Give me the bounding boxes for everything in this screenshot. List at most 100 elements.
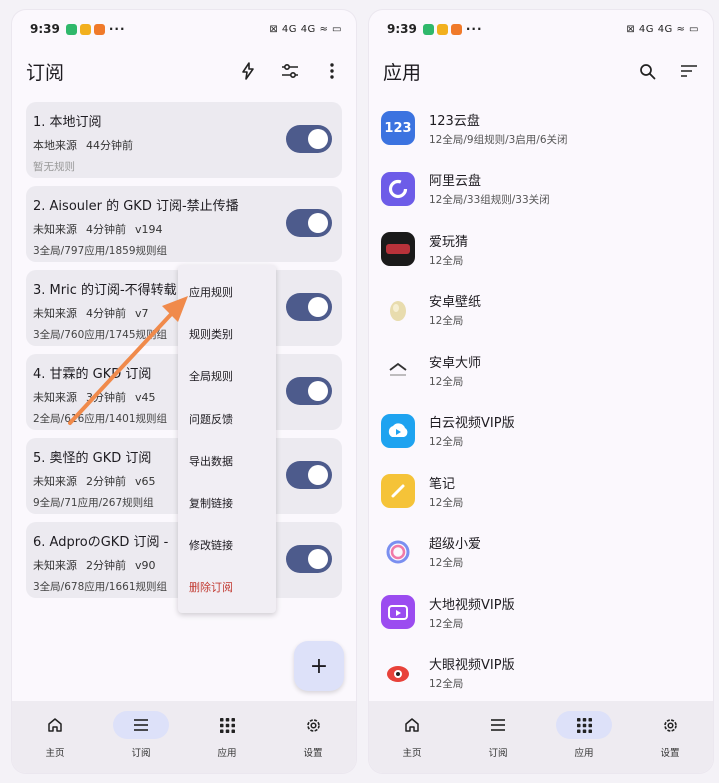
nav-item-subscriptions[interactable]: 订阅 (98, 701, 184, 773)
app-list-item[interactable]: 爱玩猜 12全局 (381, 219, 713, 280)
status-time: 9:39 (30, 22, 60, 36)
menu-item-app-rules[interactable]: 应用规则 (178, 271, 276, 313)
subscription-source: 本地来源 (33, 139, 77, 152)
subscription-version: v7 (135, 307, 149, 320)
more-vert-icon[interactable] (322, 61, 342, 81)
app-list-item[interactable]: 安卓壁纸 12全局 (381, 280, 713, 341)
notification-app-icon (93, 23, 105, 35)
app-name: 安卓大师 (429, 355, 482, 371)
wechat-icon (422, 23, 434, 35)
menu-item-copy-link[interactable]: 复制链接 (178, 482, 276, 524)
nav-label: 主页 (45, 748, 65, 759)
menu-item-rule-categories[interactable]: 规则类别 (178, 313, 276, 355)
subscription-time: 2分钟前 (86, 559, 126, 572)
app-name: 123云盘 (429, 113, 480, 129)
nav-item-subscriptions[interactable]: 订阅 (455, 701, 541, 773)
nav-item-apps[interactable]: 应用 (541, 701, 627, 773)
page-title: 应用 (383, 61, 422, 84)
bottom-navigation: 主页 订阅 应用 设置 (12, 701, 356, 773)
subscription-version: v194 (135, 223, 163, 236)
subscription-stats: 3全局/797应用/1859规则组 (33, 245, 168, 257)
app-name: 阿里云盘 (429, 174, 482, 190)
nav-item-settings[interactable]: 设置 (270, 701, 356, 773)
search-icon[interactable] (637, 61, 657, 81)
settings-icon (285, 711, 341, 739)
nav-item-home[interactable]: 主页 (369, 701, 455, 773)
subscription-stats: 暂无规则 (33, 161, 75, 173)
list-icon (470, 711, 526, 739)
menu-item-export-data[interactable]: 导出数据 (178, 440, 276, 482)
nav-label: 订阅 (488, 748, 508, 759)
menu-item-delete-subscription[interactable]: 删除订阅 (178, 566, 276, 608)
menu-item-global-rules[interactable]: 全局规则 (178, 355, 276, 397)
subscription-toggle[interactable] (286, 545, 332, 573)
apps-screen: 9:39 ··· ⊠ 4G 4G ≈ ▭ 应用 123 123云盘 12全局/9组… (369, 10, 713, 773)
subscription-version: v45 (135, 391, 156, 404)
subscription-toggle[interactable] (286, 461, 332, 489)
subscription-toggle[interactable] (286, 293, 332, 321)
app-xiaoai-icon (381, 534, 415, 569)
notification-app-icon (436, 23, 448, 35)
add-subscription-button[interactable]: + (294, 641, 344, 691)
app-list-item[interactable]: 大地视频VIP版 12全局 (381, 582, 713, 643)
subscriptions-screen: 9:39 ··· ⊠ 4G 4G ≈ ▭ 订阅 1. 本地订阅 本地来源 44分钟… (12, 10, 356, 773)
nav-item-settings[interactable]: 设置 (627, 701, 713, 773)
app-list-item[interactable]: 白云视频VIP版 12全局 (381, 401, 713, 462)
notification-app-icon (79, 23, 91, 35)
app-rule-summary: 12全局 (429, 375, 464, 388)
nav-item-home[interactable]: 主页 (12, 701, 98, 773)
app-list-item[interactable]: 超级小爱 12全局 (381, 522, 713, 583)
app-notes-icon (381, 474, 415, 509)
app-list-item[interactable]: 123 123云盘 12全局/9组规则/3启用/6关闭 (381, 98, 713, 159)
page-title: 订阅 (26, 61, 65, 84)
app-list-item[interactable]: 笔记 12全局 (381, 461, 713, 522)
nav-label: 订阅 (131, 748, 151, 759)
subscription-card[interactable]: 1. 本地订阅 本地来源 44分钟前 暂无规则 (26, 102, 342, 178)
app-name: 安卓壁纸 (429, 295, 482, 311)
app-rule-summary: 12全局 (429, 557, 464, 570)
subscription-version: v90 (135, 559, 156, 572)
subscription-toggle[interactable] (286, 125, 332, 153)
subscription-card[interactable]: 2. Aisouler 的 GKD 订阅-禁止传播 未知来源 4分钟前 v194 3… (26, 186, 342, 262)
app-bigeye-icon (381, 655, 415, 690)
nav-label: 设置 (660, 748, 680, 759)
list-icon (113, 711, 169, 739)
sort-icon[interactable] (679, 61, 699, 81)
subscription-time: 2分钟前 (86, 475, 126, 488)
app-rule-summary: 12全局/9组规则/3启用/6关闭 (429, 133, 568, 146)
app-name: 大眼视频VIP版 (429, 658, 515, 674)
flash-icon[interactable] (238, 61, 258, 81)
app-rule-summary: 12全局 (429, 617, 464, 630)
app-list-item[interactable]: 大眼视频VIP版 12全局 (381, 643, 713, 704)
apps-icon (556, 711, 612, 739)
wechat-icon (65, 23, 77, 35)
home-icon (27, 711, 83, 739)
filter-settings-icon[interactable] (280, 61, 300, 81)
app-wallpaper-icon (381, 292, 415, 327)
app-rule-summary: 12全局 (429, 254, 464, 267)
nav-label: 设置 (303, 748, 323, 759)
app-icon (381, 232, 415, 267)
app-rule-summary: 12全局 (429, 315, 464, 328)
signal-battery-icons: ⊠ 4G 4G ≈ ▭ (626, 23, 699, 35)
notification-app-icon (450, 23, 462, 35)
nav-label: 应用 (574, 748, 594, 759)
app-rule-summary: 12全局 (429, 678, 464, 691)
subscription-toggle[interactable] (286, 377, 332, 405)
subscription-source: 未知来源 (33, 307, 77, 320)
app-list-item[interactable]: 安卓大师 12全局 (381, 340, 713, 401)
status-bar: 9:39 ··· ⊠ 4G 4G ≈ ▭ (12, 10, 356, 48)
nav-item-apps[interactable]: 应用 (184, 701, 270, 773)
subscription-source: 未知来源 (33, 391, 77, 404)
menu-item-edit-link[interactable]: 修改链接 (178, 524, 276, 566)
subscription-source: 未知来源 (33, 559, 77, 572)
subscription-source: 未知来源 (33, 475, 77, 488)
app-aliyun-drive-icon (381, 171, 415, 206)
app-rule-summary: 12全局 (429, 496, 464, 509)
app-123pan-icon: 123 (381, 111, 415, 146)
notification-icons (422, 23, 462, 35)
app-list-item[interactable]: 阿里云盘 12全局/33组规则/33关闭 (381, 159, 713, 220)
notification-icons (65, 23, 105, 35)
subscription-toggle[interactable] (286, 209, 332, 237)
menu-item-feedback[interactable]: 问题反馈 (178, 398, 276, 440)
